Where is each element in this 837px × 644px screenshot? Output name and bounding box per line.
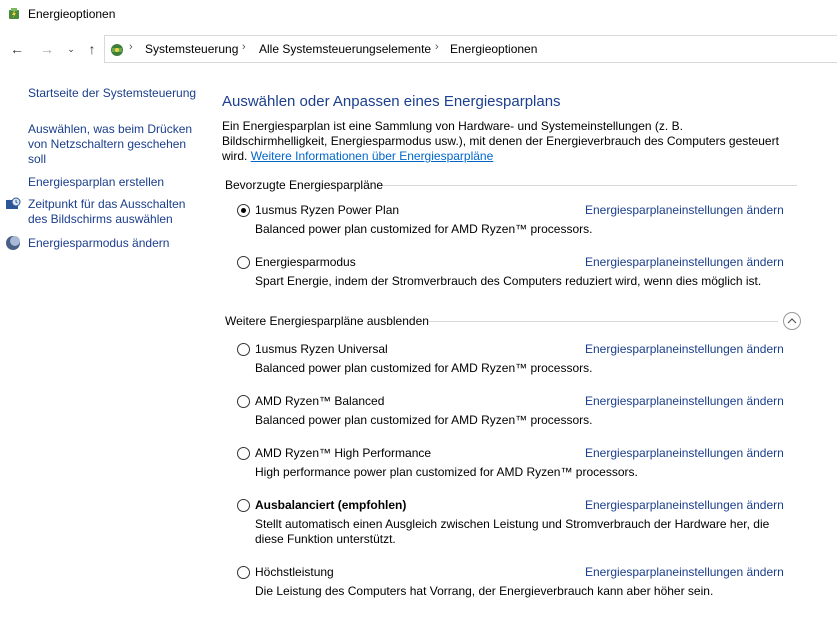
back-arrow-icon[interactable]: ←	[9, 41, 25, 57]
change-plan-settings-link[interactable]: Energiesparplaneinstellungen ändern	[585, 565, 784, 579]
breadcrumb-separator-icon[interactable]: ›	[435, 41, 439, 53]
forward-arrow-icon[interactable]: →	[39, 41, 55, 57]
address-bar: ← → ⌄ ↑ › Systemsteuerung › Alle Systems…	[0, 32, 837, 66]
page-title: Auswählen oder Anpassen eines Energiespa…	[222, 93, 561, 110]
group-divider	[383, 185, 797, 186]
breadcrumb-separator-icon[interactable]: ›	[242, 41, 246, 53]
plan-name[interactable]: Ausbalanciert (empfohlen)	[255, 498, 406, 512]
plan-name[interactable]: Energiesparmodus	[255, 255, 356, 269]
power-options-icon	[9, 8, 19, 19]
plan-radio[interactable]	[237, 343, 250, 356]
plan-description: Balanced power plan customized for AMD R…	[255, 413, 593, 427]
plan-radio[interactable]	[237, 447, 250, 460]
control-panel-icon	[111, 44, 123, 56]
sidebar-sleep-link[interactable]: Energiesparmodus ändern	[28, 236, 169, 251]
change-plan-settings-link[interactable]: Energiesparplaneinstellungen ändern	[585, 203, 784, 217]
plan-description: Balanced power plan customized for AMD R…	[255, 361, 593, 375]
more-info-link[interactable]: Weitere Informationen über Energiesparpl…	[251, 149, 494, 163]
plan-description: Spart Energie, indem der Stromverbrauch …	[255, 274, 762, 288]
recent-locations-chevron-icon[interactable]: ⌄	[63, 41, 79, 57]
group-divider	[428, 321, 778, 322]
breadcrumb-separator-icon[interactable]: ›	[129, 41, 133, 53]
collapse-button[interactable]	[783, 312, 801, 330]
change-plan-settings-link[interactable]: Energiesparplaneinstellungen ändern	[585, 255, 784, 269]
change-plan-settings-link[interactable]: Energiesparplaneinstellungen ändern	[585, 498, 784, 512]
intro-text: Ein Energiesparplan ist eine Sammlung vo…	[222, 119, 782, 164]
display-clock-icon	[6, 197, 21, 209]
plan-name[interactable]: Höchstleistung	[255, 565, 334, 579]
change-plan-settings-link[interactable]: Energiesparplaneinstellungen ändern	[585, 446, 784, 460]
plan-name[interactable]: AMD Ryzen™ Balanced	[255, 394, 384, 408]
plan-description: Die Leistung des Computers hat Vorrang, …	[255, 584, 714, 598]
change-plan-settings-link[interactable]: Energiesparplaneinstellungen ändern	[585, 342, 784, 356]
window-title: Energieoptionen	[28, 7, 116, 21]
plan-radio[interactable]	[237, 256, 250, 269]
up-arrow-icon[interactable]: ↑	[84, 41, 100, 57]
plan-description: Stellt automatisch einen Ausgleich zwisc…	[255, 517, 770, 546]
sleep-moon-icon	[6, 236, 20, 250]
title-bar: Energieoptionen	[0, 0, 837, 30]
plan-description: Balanced power plan customized for AMD R…	[255, 222, 593, 236]
plan-radio[interactable]	[237, 395, 250, 408]
plan-radio-selected[interactable]	[237, 204, 250, 217]
chevron-up-icon	[787, 318, 797, 324]
plan-name[interactable]: 1usmus Ryzen Power Plan	[255, 203, 399, 217]
breadcrumb-systemsteuerung[interactable]: Systemsteuerung	[145, 42, 238, 56]
change-plan-settings-link[interactable]: Energiesparplaneinstellungen ändern	[585, 394, 784, 408]
sidebar-power-buttons-link[interactable]: Auswählen, was beim Drücken von Netzscha…	[28, 122, 198, 167]
plan-description: High performance power plan customized f…	[255, 465, 638, 479]
sidebar-display-off-link[interactable]: Zeitpunkt für das Ausschalten des Bildsc…	[28, 197, 198, 227]
plan-name[interactable]: 1usmus Ryzen Universal	[255, 342, 388, 356]
address-box[interactable]: › Systemsteuerung › Alle Systemsteuerung…	[104, 35, 837, 63]
more-plans-header[interactable]: Weitere Energiesparpläne ausblenden	[225, 314, 429, 328]
sidebar-home-link[interactable]: Startseite der Systemsteuerung	[28, 86, 196, 101]
breadcrumb-alle-elemente[interactable]: Alle Systemsteuerungselemente	[259, 42, 431, 56]
plan-name[interactable]: AMD Ryzen™ High Performance	[255, 446, 431, 460]
plan-radio[interactable]	[237, 499, 250, 512]
breadcrumb-energieoptionen[interactable]: Energieoptionen	[450, 42, 537, 56]
preferred-plans-header: Bevorzugte Energiesparpläne	[225, 178, 384, 192]
plan-radio[interactable]	[237, 566, 250, 579]
sidebar-create-plan-link[interactable]: Energiesparplan erstellen	[28, 175, 164, 190]
